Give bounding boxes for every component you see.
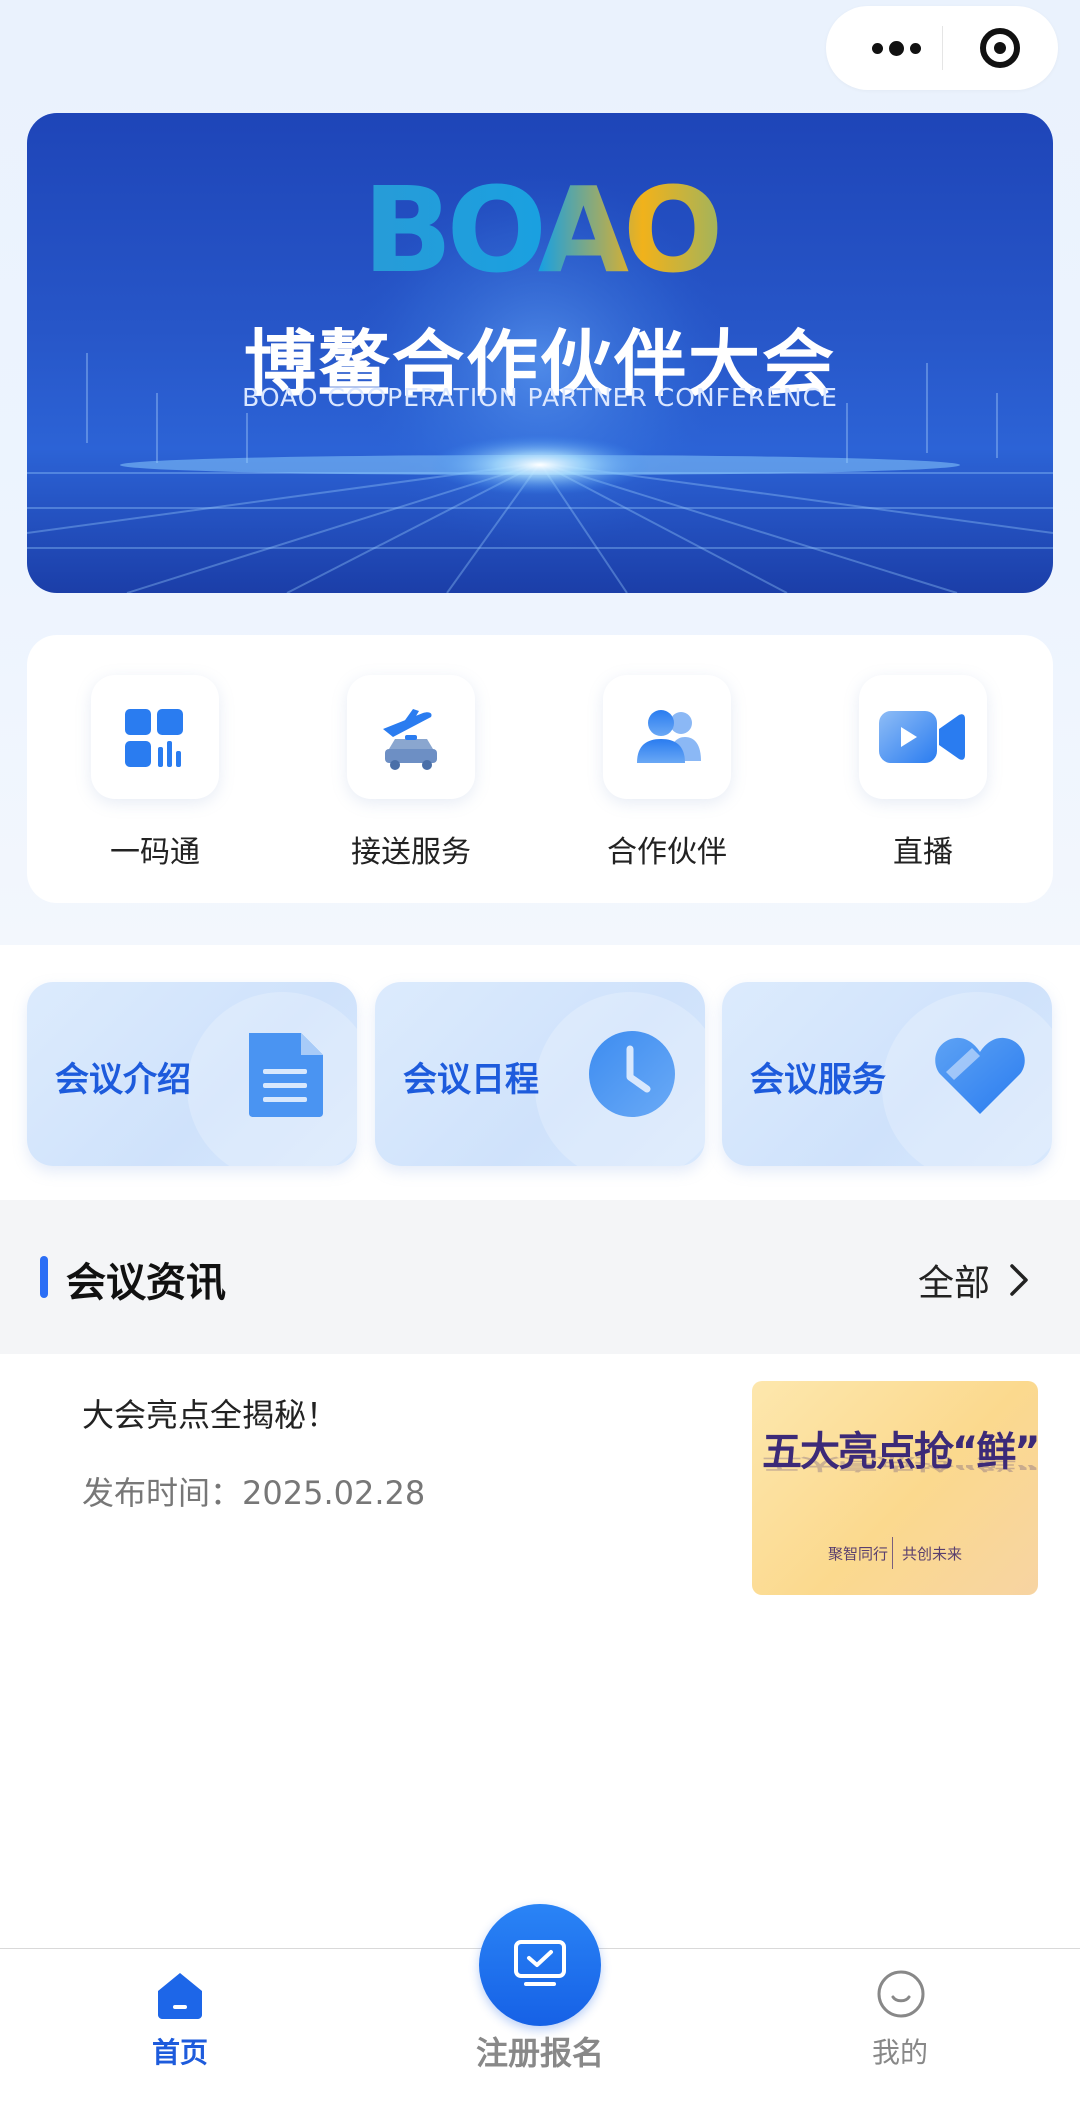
thumbnail-tag: 聚智同行 <box>828 1545 889 1563</box>
partners-icon <box>603 675 731 799</box>
section-card-schedule[interactable]: 会议日程 <box>375 982 705 1166</box>
hero-banner[interactable]: BOAO 博鳌合作伙伴大会 BOAO COOPERATION PARTNER C… <box>27 113 1053 593</box>
news-thumbnail: 五大亮点抢“鲜”看 五大亮点抢“鲜”看 聚智同行 共创未来 <box>752 1381 1038 1595</box>
section-card-label: 会议介绍 <box>55 1060 191 1100</box>
quick-item-label: 合作伙伴 <box>607 835 727 870</box>
quick-item-live[interactable]: 直播 <box>795 635 1051 903</box>
mini-program-capsule <box>826 6 1058 90</box>
heart-icon <box>935 1037 1025 1114</box>
section-accent-bar <box>40 1256 48 1298</box>
qr-grid-icon <box>91 675 219 799</box>
section-card-label: 会议日程 <box>403 1060 539 1100</box>
thumbnail-headline-reflection: 五大亮点抢“鲜”看 <box>762 1454 1038 1473</box>
quick-item-partners[interactable]: 合作伙伴 <box>539 635 795 903</box>
tab-home-label: 首页 <box>151 2036 208 2069</box>
banner-subtitle: BOAO COOPERATION PARTNER CONFERENCE <box>242 383 838 412</box>
smile-user-icon <box>877 1970 925 2018</box>
quick-item-label: 直播 <box>893 835 953 870</box>
news-list-item[interactable]: 大会亮点全揭秘！ 发布时间：2025.02.28 五大亮点抢“鲜”看 五大亮点抢… <box>0 1354 1080 1614</box>
tab-mine[interactable]: 我的 <box>830 1949 970 2102</box>
thumbnail-tag: 共创未来 <box>902 1545 963 1563</box>
news-all-link[interactable]: 全部 <box>918 1254 990 1306</box>
banner-logo: BOAO <box>27 165 1053 295</box>
news-item-date: 发布时间：2025.02.28 <box>82 1474 426 1512</box>
quick-item-one-code[interactable]: 一码通 <box>27 635 283 903</box>
document-icon <box>249 1033 323 1117</box>
screen-check-icon <box>514 1940 566 1986</box>
section-card-label: 会议服务 <box>750 1060 886 1100</box>
tab-home[interactable]: 首页 <box>110 1949 250 2102</box>
thumbnail-divider <box>892 1537 893 1569</box>
register-button[interactable] <box>479 1904 601 2026</box>
section-card-service[interactable]: 会议服务 <box>722 982 1052 1166</box>
capsule-divider <box>942 26 943 70</box>
quick-item-label: 接送服务 <box>351 835 471 870</box>
quick-menu-card: 一码通 接送服务 合作伙伴 直播 <box>27 635 1053 903</box>
news-section-title: 会议资讯 <box>66 1260 226 1306</box>
target-circle-icon[interactable] <box>980 28 1020 68</box>
tab-mine-label: 我的 <box>871 2036 928 2069</box>
video-camera-icon <box>859 675 987 799</box>
quick-item-label: 一码通 <box>110 835 200 870</box>
section-card-intro[interactable]: 会议介绍 <box>27 982 357 1166</box>
quick-item-transfer[interactable]: 接送服务 <box>283 635 539 903</box>
news-section-header: 会议资讯 全部 <box>0 1200 1080 1354</box>
register-label[interactable]: 注册报名 <box>440 2028 640 2074</box>
news-item-title: 大会亮点全揭秘！ <box>82 1396 339 1434</box>
chevron-right-icon[interactable] <box>1008 1262 1030 1298</box>
more-dots-icon[interactable] <box>856 6 936 90</box>
plane-car-icon <box>347 675 475 799</box>
clock-icon <box>589 1031 675 1117</box>
home-icon <box>158 1973 202 2019</box>
